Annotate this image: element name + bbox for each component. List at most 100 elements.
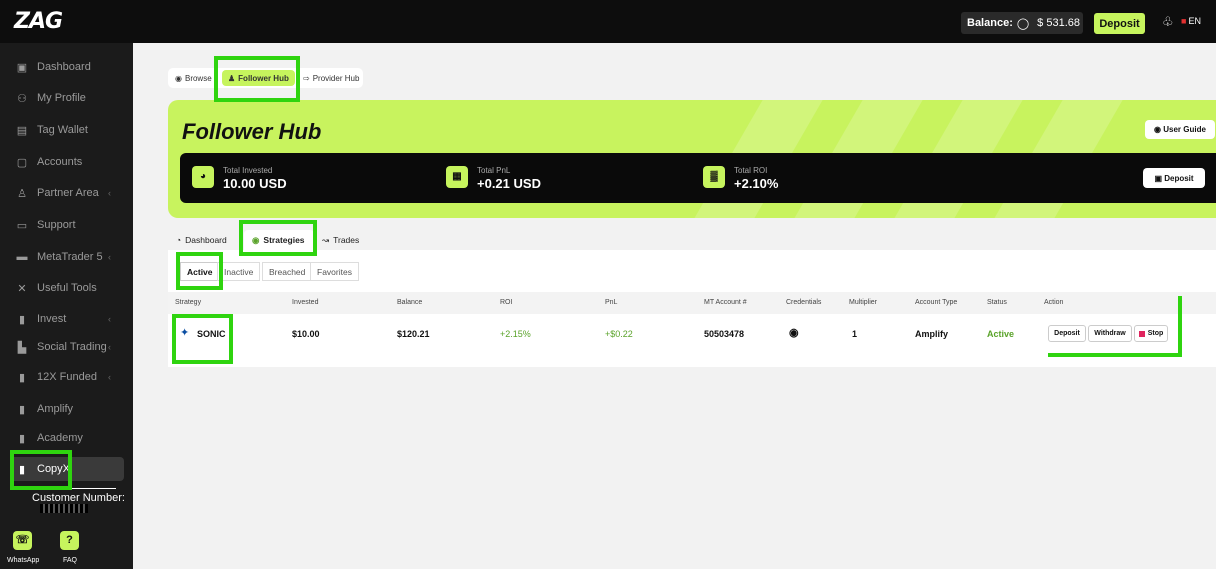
uk-flag-icon: ■ [1181, 16, 1187, 26]
annotation-line-vertical [1178, 296, 1182, 354]
cell-status: Active [987, 329, 1015, 339]
sidebar-item-dashboard[interactable]: ▣ Dashboard [0, 55, 133, 79]
sidebar-item-label: My Profile [37, 92, 86, 104]
customer-number-redacted [40, 504, 88, 513]
notifications-bell-icon[interactable]: ♧ [1162, 14, 1174, 30]
col-mt-account: MT Account # [704, 299, 747, 306]
col-strategy: Strategy [175, 299, 202, 306]
hero-deposit-button[interactable]: ▣ Deposit [1143, 168, 1205, 188]
sidebar-item-label: Useful Tools [37, 282, 97, 294]
whatsapp-icon[interactable]: ☏ [13, 531, 32, 550]
sidebar-item-tag-wallet[interactable]: ▤ Tag Wallet [0, 118, 133, 142]
stop-icon [1138, 330, 1145, 337]
sidebar-item-metatrader5[interactable]: ▬ MetaTrader 5 ‹ [0, 245, 133, 269]
stat-label: Total ROI [734, 166, 768, 175]
row-deposit-button[interactable]: Deposit [1048, 325, 1086, 342]
balance-display: Balance: ◯ $ 531.68 [961, 12, 1083, 34]
monitor-icon: ▬ [16, 251, 28, 263]
sidebar-item-social-trading[interactable]: ▙ Social Trading ‹ [0, 335, 133, 359]
stop-label: Stop [1147, 330, 1164, 337]
wallet-icon: ▣ [1154, 173, 1165, 183]
sidebar-item-my-profile[interactable]: ⚇ My Profile [0, 86, 133, 110]
filter-inactive[interactable]: Inactive [217, 262, 261, 281]
hide-balance-icon[interactable]: ◯ [1017, 17, 1029, 30]
sidebar-item-support[interactable]: ▭ Support [0, 213, 133, 237]
user-guide-label: User Guide [1163, 125, 1206, 134]
stat-label: Total Invested [223, 166, 273, 175]
sidebar-item-12x-funded[interactable]: ▮ 12X Funded ‹ [0, 365, 133, 389]
chevron-left-icon: ‹ [108, 188, 111, 198]
faq-icon[interactable]: ? [60, 531, 79, 550]
user-guide-button[interactable]: ◉ User Guide [1145, 120, 1215, 139]
provider-icon: ⇨ [303, 73, 310, 83]
bars-icon: ▮ [18, 371, 26, 384]
bars-icon: ▮ [18, 432, 26, 445]
sidebar: ▣ Dashboard ⚇ My Profile ▤ Tag Wallet ▢ Acco… [0, 43, 133, 569]
annotation-box-follower-hub [214, 56, 300, 102]
tab-label: Browse [184, 73, 212, 83]
col-roi: ROI [500, 299, 513, 306]
annotation-box-active [176, 252, 223, 290]
cell-pnl: +$0.22 [605, 329, 633, 339]
cell-multiplier: 1 [852, 329, 858, 339]
filter-favorites[interactable]: Favorites [310, 262, 359, 281]
stat-value: 10.00 USD [223, 176, 287, 191]
deposit-label: Deposit [1164, 173, 1194, 183]
row-stop-button[interactable]: Stop [1134, 325, 1168, 342]
social-icon: ▙ [17, 341, 27, 354]
language-selector[interactable]: ■ EN [1181, 16, 1201, 26]
sidebar-item-accounts[interactable]: ▢ Accounts [0, 150, 133, 174]
row-withdraw-button[interactable]: Withdraw [1088, 325, 1132, 342]
col-action: Action [1044, 299, 1064, 306]
logo: ZAG [14, 9, 63, 34]
top-deposit-button[interactable]: Deposit [1094, 13, 1145, 34]
tab-dashboard[interactable]: ◔ Dashboard [168, 230, 240, 250]
clock-icon: ◔ [176, 235, 182, 245]
cell-account-type: Amplify [915, 329, 949, 339]
tools-icon: ✕ [17, 282, 27, 295]
col-status: Status [987, 299, 1007, 306]
follower-hub-hero: Follower Hub ◉ User Guide ◕ Total Invest… [168, 100, 1216, 218]
tab-browse[interactable]: ◉ Browse [175, 68, 212, 88]
sidebar-item-academy[interactable]: ▮ Academy [0, 426, 133, 450]
dashboard-icon: ▣ [16, 61, 28, 74]
stat-label: Total PnL [477, 166, 511, 175]
cell-balance: $120.21 [397, 329, 430, 339]
filter-breached[interactable]: Breached [262, 262, 313, 281]
sidebar-item-amplify[interactable]: ▮ Amplify [0, 397, 133, 421]
page-title: Follower Hub [182, 119, 322, 144]
partner-icon: ♙ [17, 187, 27, 200]
compass-icon: ◉ [175, 73, 182, 83]
tab-trades[interactable]: ↝ Trades [314, 230, 368, 250]
annotation-line-horizontal [1048, 353, 1182, 357]
top-bar: ZAG Balance: ◯ $ 531.68 Deposit ♧ ■ EN [0, 0, 1216, 43]
cell-roi: +2.15% [500, 329, 531, 339]
sidebar-item-label: Social Trading [37, 341, 107, 353]
chevron-left-icon: ‹ [108, 252, 111, 262]
col-invested: Invested [292, 299, 319, 306]
sidebar-item-label: Amplify [37, 403, 74, 415]
tab-label: Dashboard [185, 235, 227, 245]
sidebar-item-label: Accounts [37, 156, 83, 168]
col-credentials: Credentials [786, 299, 822, 306]
guide-icon: ◉ [1154, 125, 1164, 134]
col-pnl: PnL [605, 299, 618, 306]
faq-label: FAQ [63, 557, 78, 564]
annotation-box-copyx [10, 450, 72, 490]
accounts-icon: ▢ [16, 156, 28, 169]
tab-provider-hub[interactable]: ⇨ Provider Hub [303, 68, 359, 88]
sidebar-item-partner-area[interactable]: ♙ Partner Area ‹ [0, 181, 133, 205]
chevron-left-icon: ‹ [108, 342, 111, 352]
sidebar-item-invest[interactable]: ▮ Invest ‹ [0, 307, 133, 331]
balance-label: Balance: [967, 17, 1013, 29]
sidebar-item-useful-tools[interactable]: ✕ Useful Tools [0, 276, 133, 300]
stats-panel: ◕ Total Invested 10.00 USD ▦ Total PnL +… [180, 153, 1216, 203]
language-label: EN [1188, 16, 1201, 26]
show-credentials-eye-icon[interactable]: ◉ [789, 326, 799, 339]
wallet-icon: ▤ [16, 124, 28, 137]
annotation-box-sonic [172, 314, 233, 364]
sidebar-item-label: Tag Wallet [37, 124, 88, 136]
sidebar-item-label: Invest [37, 313, 67, 325]
balance-value: $ 531.68 [1037, 17, 1080, 29]
sidebar-item-label: MetaTrader 5 [37, 251, 103, 263]
